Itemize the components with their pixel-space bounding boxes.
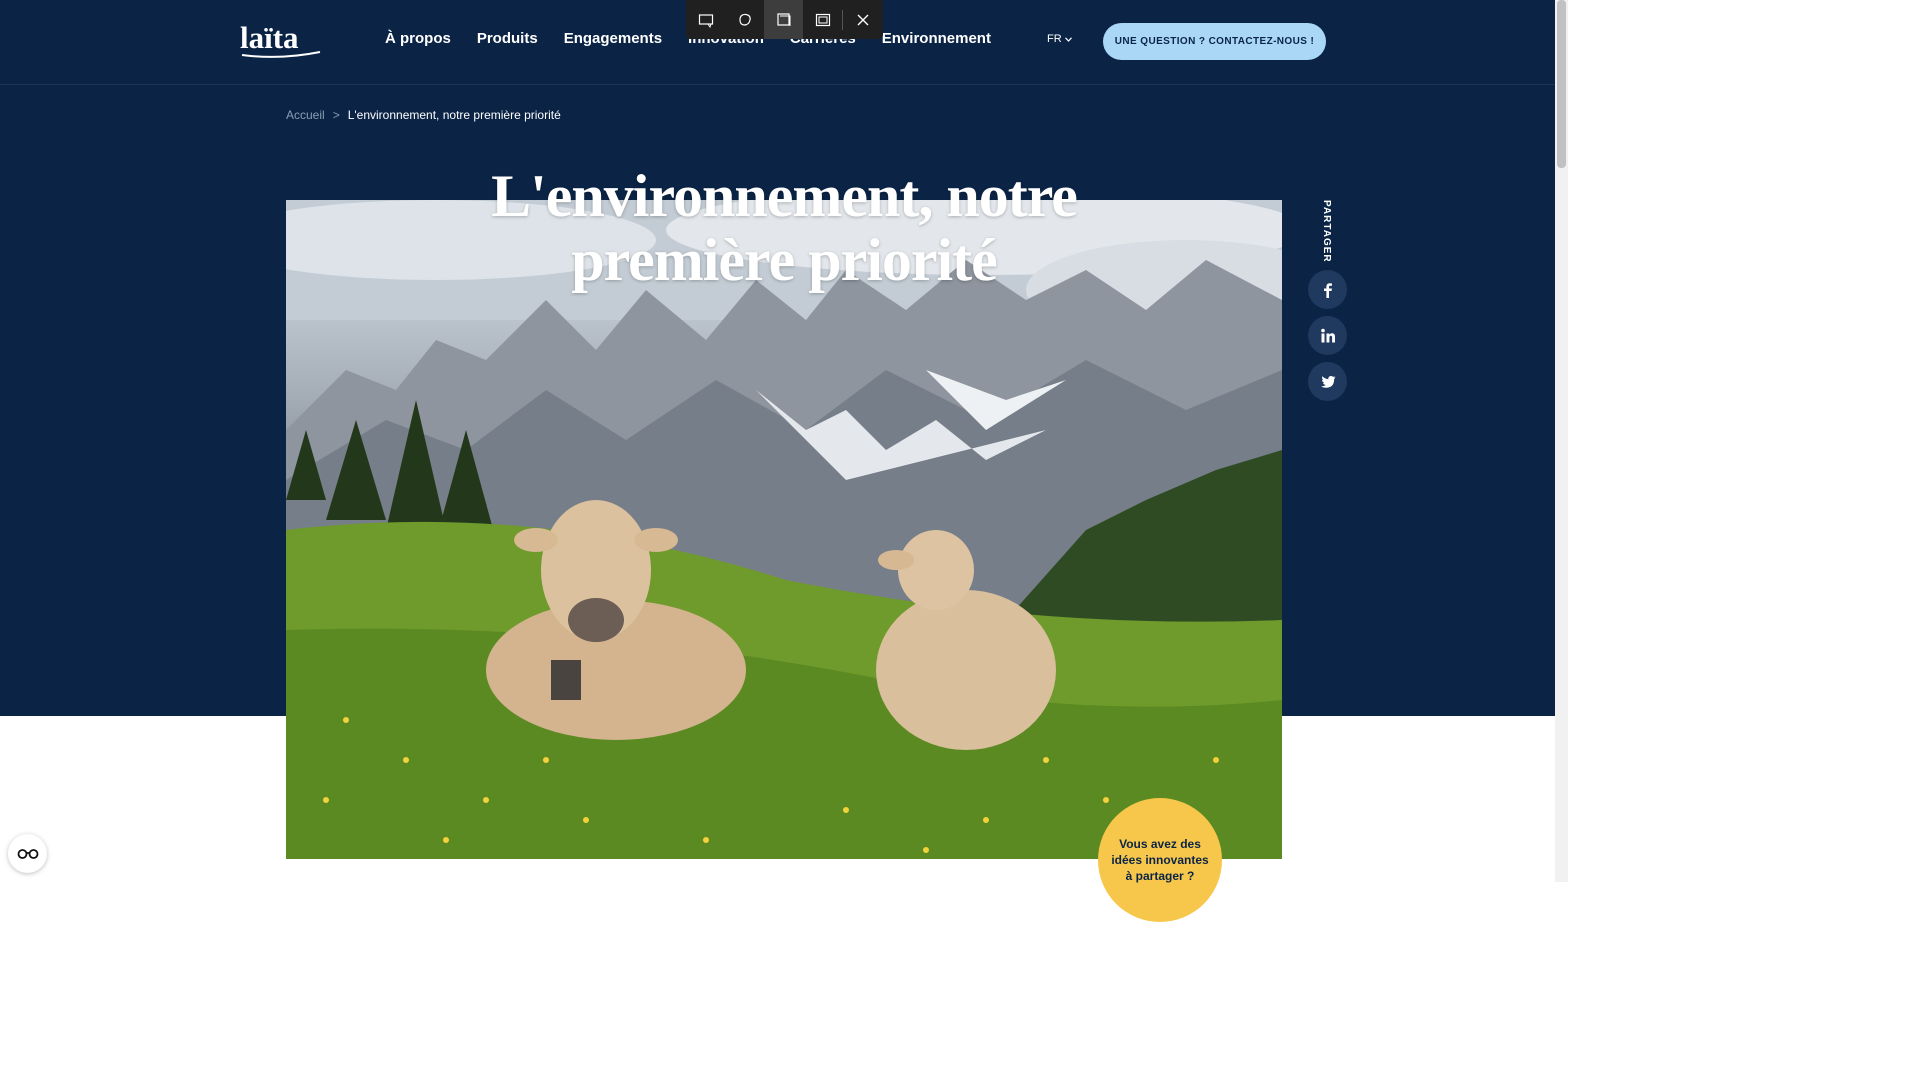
window-snip-icon xyxy=(776,12,790,26)
share-twitter-button[interactable] xyxy=(1308,362,1347,401)
nav-item-produits[interactable]: Produits xyxy=(477,30,538,47)
contact-button[interactable]: UNE QUESTION ? CONTACTEZ-NOUS ! xyxy=(1103,23,1326,60)
breadcrumb: Accueil > L'environnement, notre premièr… xyxy=(286,108,561,122)
accessibility-glasses-icon xyxy=(17,848,38,859)
rectangle-snip-icon xyxy=(698,13,713,28)
language-selector[interactable]: FR xyxy=(1047,33,1072,45)
fullscreen-snip-button[interactable] xyxy=(803,0,842,39)
chevron-down-icon xyxy=(1064,36,1072,42)
scrollbar-thumb[interactable] xyxy=(1557,0,1566,168)
laita-logo-mark: laïta xyxy=(240,20,321,58)
breadcrumb-separator: > xyxy=(332,108,340,122)
rectangle-snip-button[interactable] xyxy=(686,0,725,39)
laita-logo[interactable]: laïta xyxy=(240,20,322,60)
language-label: FR xyxy=(1047,33,1062,45)
twitter-icon xyxy=(1320,375,1335,388)
share-linkedin-button[interactable] xyxy=(1308,316,1347,355)
freeform-snip-button[interactable] xyxy=(725,0,764,39)
nav-item-a-propos[interactable]: À propos xyxy=(385,30,451,47)
window-snip-button[interactable] xyxy=(764,0,803,39)
page-scrollbar[interactable] xyxy=(1555,0,1568,882)
ideas-bubble-text: Vous avez des idées innovantes à partage… xyxy=(1111,837,1209,883)
page-title-line-2: première priorité xyxy=(571,227,998,293)
page-title-line-1: L'environnement, notre xyxy=(491,163,1078,229)
freeform-snip-icon xyxy=(738,13,751,26)
nav-item-environnement[interactable]: Environnement xyxy=(882,30,991,47)
share-facebook-button[interactable] xyxy=(1308,270,1347,309)
nav-item-engagements[interactable]: Engagements xyxy=(564,30,662,47)
ideas-bubble-button[interactable]: Vous avez des idées innovantes à partage… xyxy=(1098,798,1222,922)
close-icon xyxy=(857,14,868,25)
hero-photo-illustration xyxy=(286,200,1282,859)
logo-text: laïta xyxy=(240,22,299,55)
accessibility-button[interactable] xyxy=(8,834,47,873)
facebook-icon xyxy=(1323,282,1332,298)
linkedin-icon xyxy=(1320,328,1335,342)
share-label: PARTAGER xyxy=(1321,200,1332,263)
page-title: L'environnement, notre première priorité xyxy=(286,164,1282,292)
snipping-toolbar xyxy=(686,0,883,39)
breadcrumb-current: L'environnement, notre première priorité xyxy=(347,108,561,122)
breadcrumb-home-link[interactable]: Accueil xyxy=(286,108,325,122)
hero-image xyxy=(286,200,1282,859)
close-snip-button[interactable] xyxy=(843,0,882,39)
fullscreen-snip-icon xyxy=(815,13,830,26)
